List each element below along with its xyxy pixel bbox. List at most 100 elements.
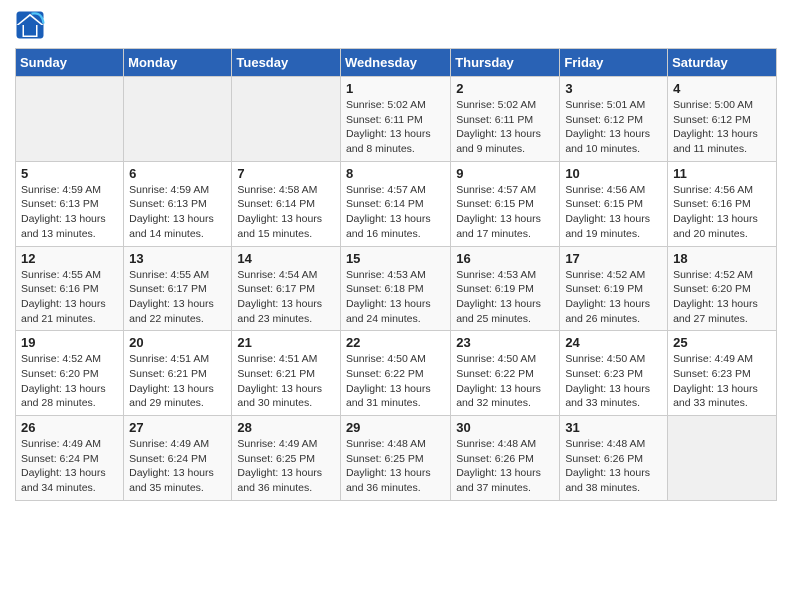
day-info: Sunrise: 4:48 AM Sunset: 6:25 PM Dayligh… — [346, 437, 445, 496]
day-number: 6 — [129, 166, 226, 181]
day-number: 14 — [237, 251, 335, 266]
day-cell: 15 Sunrise: 4:53 AM Sunset: 6:18 PM Dayli… — [340, 246, 450, 331]
day-info: Sunrise: 4:48 AM Sunset: 6:26 PM Dayligh… — [565, 437, 662, 496]
day-number: 25 — [673, 335, 771, 350]
day-number: 4 — [673, 81, 771, 96]
day-number: 28 — [237, 420, 335, 435]
day-cell: 16 Sunrise: 4:53 AM Sunset: 6:19 PM Dayli… — [451, 246, 560, 331]
day-info: Sunrise: 4:59 AM Sunset: 6:13 PM Dayligh… — [129, 183, 226, 242]
day-cell: 13 Sunrise: 4:55 AM Sunset: 6:17 PM Dayli… — [124, 246, 232, 331]
week-row-3: 19 Sunrise: 4:52 AM Sunset: 6:20 PM Dayli… — [16, 331, 777, 416]
logo — [15, 10, 49, 40]
day-info: Sunrise: 4:50 AM Sunset: 6:22 PM Dayligh… — [346, 352, 445, 411]
day-cell: 27Sunrise: 4:49 AM Sunset: 6:24 PM Dayli… — [124, 416, 232, 501]
day-info: Sunrise: 4:48 AM Sunset: 6:26 PM Dayligh… — [456, 437, 554, 496]
day-cell: 12 Sunrise: 4:55 AM Sunset: 6:16 PM Dayli… — [16, 246, 124, 331]
day-cell: 14 Sunrise: 4:54 AM Sunset: 6:17 PM Dayli… — [232, 246, 341, 331]
day-cell: 17 Sunrise: 4:52 AM Sunset: 6:19 PM Dayli… — [560, 246, 668, 331]
day-cell — [232, 77, 341, 162]
day-number: 3 — [565, 81, 662, 96]
day-cell: 7 Sunrise: 4:58 AM Sunset: 6:14 PM Daylig… — [232, 161, 341, 246]
day-info: Sunrise: 4:53 AM Sunset: 6:19 PM Dayligh… — [456, 268, 554, 327]
logo-icon — [15, 10, 45, 40]
day-info: Sunrise: 5:02 AM Sunset: 6:11 PM Dayligh… — [456, 98, 554, 157]
day-cell — [124, 77, 232, 162]
day-info: Sunrise: 4:53 AM Sunset: 6:18 PM Dayligh… — [346, 268, 445, 327]
day-cell: 1 Sunrise: 5:02 AM Sunset: 6:11 PM Daylig… — [340, 77, 450, 162]
day-cell: 20 Sunrise: 4:51 AM Sunset: 6:21 PM Dayli… — [124, 331, 232, 416]
day-info: Sunrise: 4:55 AM Sunset: 6:16 PM Dayligh… — [21, 268, 118, 327]
week-row-0: 1 Sunrise: 5:02 AM Sunset: 6:11 PM Daylig… — [16, 77, 777, 162]
day-cell: 3Sunrise: 5:01 AM Sunset: 6:12 PM Daylig… — [560, 77, 668, 162]
day-number: 12 — [21, 251, 118, 266]
day-number: 22 — [346, 335, 445, 350]
day-cell: 18 Sunrise: 4:52 AM Sunset: 6:20 PM Dayli… — [668, 246, 777, 331]
day-number: 5 — [21, 166, 118, 181]
day-cell — [668, 416, 777, 501]
day-cell: 24Sunrise: 4:50 AM Sunset: 6:23 PM Dayli… — [560, 331, 668, 416]
day-info: Sunrise: 4:54 AM Sunset: 6:17 PM Dayligh… — [237, 268, 335, 327]
day-number: 18 — [673, 251, 771, 266]
day-cell: 8Sunrise: 4:57 AM Sunset: 6:14 PM Daylig… — [340, 161, 450, 246]
day-cell — [16, 77, 124, 162]
day-info: Sunrise: 5:00 AM Sunset: 6:12 PM Dayligh… — [673, 98, 771, 157]
day-number: 13 — [129, 251, 226, 266]
day-info: Sunrise: 4:51 AM Sunset: 6:21 PM Dayligh… — [237, 352, 335, 411]
day-cell: 11 Sunrise: 4:56 AM Sunset: 6:16 PM Dayli… — [668, 161, 777, 246]
day-cell: 25 Sunrise: 4:49 AM Sunset: 6:23 PM Dayli… — [668, 331, 777, 416]
day-cell: 4 Sunrise: 5:00 AM Sunset: 6:12 PM Daylig… — [668, 77, 777, 162]
week-row-1: 5 Sunrise: 4:59 AM Sunset: 6:13 PM Daylig… — [16, 161, 777, 246]
day-cell: 21 Sunrise: 4:51 AM Sunset: 6:21 PM Dayli… — [232, 331, 341, 416]
day-number: 31 — [565, 420, 662, 435]
day-info: Sunrise: 4:56 AM Sunset: 6:15 PM Dayligh… — [565, 183, 662, 242]
day-cell: 19 Sunrise: 4:52 AM Sunset: 6:20 PM Dayli… — [16, 331, 124, 416]
day-info: Sunrise: 4:51 AM Sunset: 6:21 PM Dayligh… — [129, 352, 226, 411]
day-number: 27 — [129, 420, 226, 435]
col-header-tuesday: Tuesday — [232, 49, 341, 77]
day-cell: 23Sunrise: 4:50 AM Sunset: 6:22 PM Dayli… — [451, 331, 560, 416]
day-cell: 5 Sunrise: 4:59 AM Sunset: 6:13 PM Daylig… — [16, 161, 124, 246]
col-header-saturday: Saturday — [668, 49, 777, 77]
header — [15, 10, 777, 40]
day-number: 26 — [21, 420, 118, 435]
day-cell: 9Sunrise: 4:57 AM Sunset: 6:15 PM Daylig… — [451, 161, 560, 246]
day-info: Sunrise: 4:52 AM Sunset: 6:20 PM Dayligh… — [21, 352, 118, 411]
day-cell: 2 Sunrise: 5:02 AM Sunset: 6:11 PM Daylig… — [451, 77, 560, 162]
day-cell: 26Sunrise: 4:49 AM Sunset: 6:24 PM Dayli… — [16, 416, 124, 501]
col-header-thursday: Thursday — [451, 49, 560, 77]
day-number: 23 — [456, 335, 554, 350]
day-info: Sunrise: 4:55 AM Sunset: 6:17 PM Dayligh… — [129, 268, 226, 327]
day-number: 7 — [237, 166, 335, 181]
day-info: Sunrise: 4:49 AM Sunset: 6:23 PM Dayligh… — [673, 352, 771, 411]
day-info: Sunrise: 4:58 AM Sunset: 6:14 PM Dayligh… — [237, 183, 335, 242]
day-info: Sunrise: 4:59 AM Sunset: 6:13 PM Dayligh… — [21, 183, 118, 242]
day-info: Sunrise: 4:57 AM Sunset: 6:14 PM Dayligh… — [346, 183, 445, 242]
day-info: Sunrise: 4:52 AM Sunset: 6:19 PM Dayligh… — [565, 268, 662, 327]
page: SundayMondayTuesdayWednesdayThursdayFrid… — [0, 0, 792, 612]
day-number: 2 — [456, 81, 554, 96]
day-number: 17 — [565, 251, 662, 266]
col-header-wednesday: Wednesday — [340, 49, 450, 77]
col-header-friday: Friday — [560, 49, 668, 77]
day-number: 30 — [456, 420, 554, 435]
day-number: 10 — [565, 166, 662, 181]
day-info: Sunrise: 4:52 AM Sunset: 6:20 PM Dayligh… — [673, 268, 771, 327]
day-info: Sunrise: 4:50 AM Sunset: 6:23 PM Dayligh… — [565, 352, 662, 411]
day-info: Sunrise: 4:56 AM Sunset: 6:16 PM Dayligh… — [673, 183, 771, 242]
day-cell: 31 Sunrise: 4:48 AM Sunset: 6:26 PM Dayli… — [560, 416, 668, 501]
day-number: 29 — [346, 420, 445, 435]
day-number: 19 — [21, 335, 118, 350]
day-cell: 28Sunrise: 4:49 AM Sunset: 6:25 PM Dayli… — [232, 416, 341, 501]
day-number: 21 — [237, 335, 335, 350]
day-number: 16 — [456, 251, 554, 266]
day-cell: 30 Sunrise: 4:48 AM Sunset: 6:26 PM Dayli… — [451, 416, 560, 501]
day-number: 20 — [129, 335, 226, 350]
week-row-2: 12 Sunrise: 4:55 AM Sunset: 6:16 PM Dayli… — [16, 246, 777, 331]
col-header-monday: Monday — [124, 49, 232, 77]
day-info: Sunrise: 4:57 AM Sunset: 6:15 PM Dayligh… — [456, 183, 554, 242]
day-number: 15 — [346, 251, 445, 266]
day-number: 11 — [673, 166, 771, 181]
day-number: 1 — [346, 81, 445, 96]
day-info: Sunrise: 5:02 AM Sunset: 6:11 PM Dayligh… — [346, 98, 445, 157]
day-cell: 6 Sunrise: 4:59 AM Sunset: 6:13 PM Daylig… — [124, 161, 232, 246]
